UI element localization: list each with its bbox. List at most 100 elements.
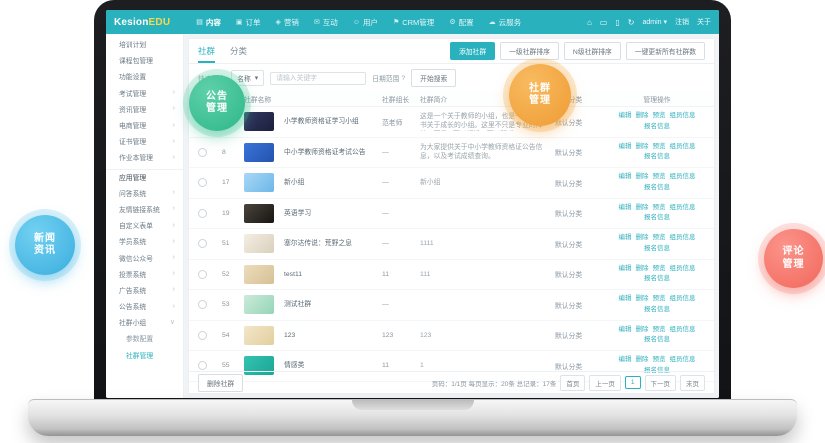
- edit-link[interactable]: 编辑: [619, 234, 632, 243]
- sidebar-item-custom-form[interactable]: 自定义表单 ›: [106, 217, 183, 233]
- sort-level1-button[interactable]: 一级社群排序: [500, 42, 559, 60]
- signup-link[interactable]: 报名信息: [644, 123, 670, 132]
- mobile-icon[interactable]: ▯: [615, 18, 619, 27]
- tab-category[interactable]: 分类: [230, 39, 247, 63]
- about-link[interactable]: 关于: [697, 17, 711, 27]
- members-link[interactable]: 组员信息: [670, 173, 696, 182]
- members-link[interactable]: 组员信息: [670, 204, 696, 213]
- menu-item-marketing[interactable]: ◈ 营销: [276, 17, 299, 28]
- prev-page-button[interactable]: 上一页: [589, 374, 621, 391]
- row-checkbox[interactable]: [198, 208, 207, 218]
- preview-link[interactable]: 预览: [653, 295, 666, 304]
- signup-link[interactable]: 报名信息: [644, 306, 670, 315]
- sidebar-item-ecommerce[interactable]: 电商管理 ›: [106, 117, 183, 133]
- preview-link[interactable]: 预览: [653, 204, 666, 213]
- row-checkbox[interactable]: [198, 300, 207, 310]
- keyword-input[interactable]: [270, 71, 367, 85]
- row-checkbox[interactable]: [198, 330, 207, 340]
- sidebar-item-community-management[interactable]: 社群管理: [106, 347, 183, 363]
- sidebar-item-news[interactable]: 资讯管理 ›: [106, 101, 183, 117]
- delete-link[interactable]: 删除: [636, 356, 649, 365]
- row-checkbox[interactable]: [198, 239, 207, 249]
- row-checkbox[interactable]: [198, 269, 207, 279]
- edit-link[interactable]: 编辑: [619, 143, 632, 152]
- sidebar-item-vote-system[interactable]: 投票系统 ›: [106, 266, 183, 282]
- admin-dropdown[interactable]: admin ▾: [642, 18, 667, 26]
- delete-link[interactable]: 删除: [636, 234, 649, 243]
- signup-link[interactable]: 报名信息: [644, 184, 670, 193]
- edit-link[interactable]: 编辑: [619, 204, 632, 213]
- menu-item-config[interactable]: ⚙ 配置: [449, 17, 473, 28]
- sidebar-item-homework[interactable]: 作业本管理 ›: [106, 149, 183, 165]
- first-page-button[interactable]: 首页: [560, 374, 586, 391]
- signup-link[interactable]: 报名信息: [644, 275, 670, 284]
- sidebar-item-community-group[interactable]: 社群小组 ∨: [106, 314, 183, 330]
- delete-link[interactable]: 删除: [636, 326, 649, 335]
- signup-link[interactable]: 报名信息: [644, 336, 670, 345]
- search-button[interactable]: 开始搜索: [411, 69, 457, 87]
- sidebar-item-certificate[interactable]: 证书管理 ›: [106, 133, 183, 149]
- preview-link[interactable]: 预览: [653, 173, 666, 182]
- delete-link[interactable]: 删除: [636, 204, 649, 213]
- preview-link[interactable]: 预览: [653, 265, 666, 274]
- edit-link[interactable]: 编辑: [619, 326, 632, 335]
- menu-item-crm[interactable]: ⚑ CRM管理: [393, 17, 434, 28]
- preview-link[interactable]: 预览: [653, 143, 666, 152]
- sort-levelN-button[interactable]: N级社群排序: [563, 42, 621, 60]
- next-page-button[interactable]: 下一页: [644, 374, 676, 391]
- last-page-button[interactable]: 末页: [680, 374, 705, 391]
- sidebar-item-wechat[interactable]: 微信公众号 ›: [106, 249, 183, 265]
- signup-link[interactable]: 报名信息: [644, 153, 670, 162]
- signup-link[interactable]: 报名信息: [644, 245, 670, 254]
- row-checkbox[interactable]: [198, 178, 207, 188]
- preview-link[interactable]: 预览: [653, 356, 666, 365]
- delete-community-button[interactable]: 删除社群: [198, 373, 244, 392]
- tab-community[interactable]: 社群: [198, 39, 216, 63]
- sidebar-item-notice-system[interactable]: 公告系统 ›: [106, 298, 183, 314]
- sidebar-item-student-system[interactable]: 学员系统 ›: [106, 233, 183, 249]
- edit-link[interactable]: 编辑: [619, 265, 632, 274]
- delete-link[interactable]: 删除: [636, 265, 649, 274]
- sidebar-item-qa-system[interactable]: 问答系统 ›: [106, 185, 183, 201]
- date-range-link[interactable]: 日期范围?: [372, 73, 405, 84]
- delete-link[interactable]: 删除: [636, 143, 649, 152]
- monitor-icon[interactable]: ▭: [600, 18, 608, 27]
- sidebar-item-param-config[interactable]: 参数配置: [106, 330, 183, 346]
- menu-item-orders[interactable]: ▣ 订单: [236, 17, 261, 28]
- preview-link[interactable]: 预览: [653, 326, 666, 335]
- members-link[interactable]: 组员信息: [670, 112, 696, 121]
- logout-link[interactable]: 注销: [675, 17, 689, 27]
- menu-item-users[interactable]: ☺ 用户: [353, 17, 378, 28]
- refresh-icon[interactable]: ↻: [628, 18, 635, 27]
- sidebar-item-course-package[interactable]: 课程包管理: [106, 52, 183, 68]
- preview-link[interactable]: 预览: [653, 234, 666, 243]
- sidebar-item-exam[interactable]: 考试管理 ›: [106, 85, 183, 101]
- members-link[interactable]: 组员信息: [670, 356, 696, 365]
- members-link[interactable]: 组员信息: [670, 234, 696, 243]
- members-link[interactable]: 组员信息: [670, 326, 696, 335]
- home-icon[interactable]: ⌂: [587, 18, 592, 27]
- signup-link[interactable]: 报名信息: [644, 214, 670, 223]
- preview-link[interactable]: 预览: [653, 112, 666, 121]
- update-all-button[interactable]: 一键更新所有社群数: [625, 42, 705, 60]
- sidebar-section-app-management[interactable]: 应用管理: [106, 168, 183, 185]
- page-1-button[interactable]: 1: [624, 376, 641, 389]
- menu-item-cloud[interactable]: ☁ 云服务: [489, 17, 522, 28]
- members-link[interactable]: 组员信息: [670, 295, 696, 304]
- sidebar-item-links-system[interactable]: 友情链接系统 ›: [106, 201, 183, 217]
- row-checkbox[interactable]: [198, 361, 207, 371]
- menu-item-content[interactable]: ▤ 内容: [196, 17, 221, 28]
- edit-link[interactable]: 编辑: [619, 356, 632, 365]
- edit-link[interactable]: 编辑: [619, 295, 632, 304]
- edit-link[interactable]: 编辑: [619, 173, 632, 182]
- delete-link[interactable]: 删除: [636, 173, 649, 182]
- edit-link[interactable]: 编辑: [619, 112, 632, 121]
- delete-link[interactable]: 删除: [636, 295, 649, 304]
- add-community-button[interactable]: 添加社群: [449, 42, 496, 60]
- menu-item-interaction[interactable]: ✉ 互动: [314, 17, 338, 28]
- sidebar-item-training-plan[interactable]: 培训计划: [106, 36, 183, 52]
- members-link[interactable]: 组员信息: [670, 265, 696, 274]
- members-link[interactable]: 组员信息: [670, 143, 696, 152]
- sidebar-item-function-settings[interactable]: 功能设置: [106, 68, 183, 84]
- row-checkbox[interactable]: [198, 147, 207, 157]
